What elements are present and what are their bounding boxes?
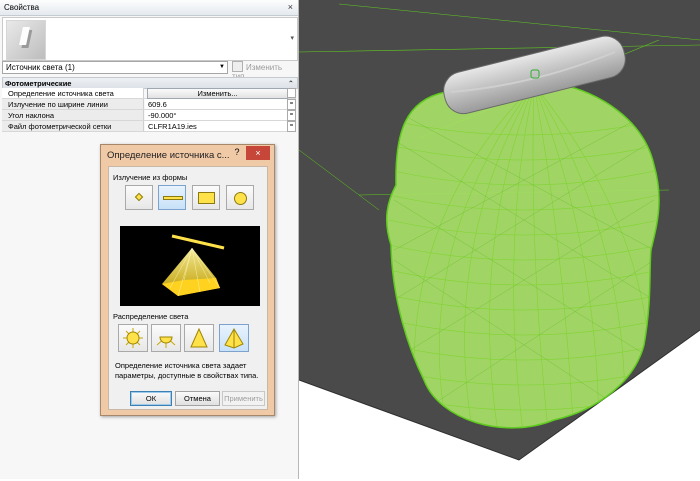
property-value-field[interactable]: 609.6: [145, 99, 288, 109]
property-row-emit-width: Излучение по ширине линии 609.6 =: [2, 99, 296, 110]
property-label: Файл фотометрической сетки: [2, 121, 144, 131]
dialog-body: Излучение из формы Распределение света О…: [108, 166, 268, 410]
close-icon[interactable]: ×: [288, 2, 293, 12]
dialog-description: Определение источника света задает парам…: [115, 361, 259, 380]
photometric-web-icon: [224, 328, 244, 349]
property-value-text: CLFR1A19.ies: [148, 122, 197, 131]
emit-line-button[interactable]: [158, 185, 186, 210]
distribution-photometric-web-button[interactable]: [219, 324, 249, 352]
property-label-text: Излучение по ширине линии: [8, 100, 108, 109]
property-label: Угол наклона: [2, 110, 144, 120]
collapse-icon[interactable]: ⌃: [288, 79, 294, 88]
associate-parameter-button[interactable]: =: [287, 110, 296, 121]
light-source-definition-dialog: Определение источника с... ? × Излучение…: [100, 144, 275, 416]
ok-button[interactable]: ОК: [130, 391, 172, 406]
hemispherical-icon: [156, 336, 176, 348]
dialog-close-button[interactable]: ×: [246, 146, 270, 160]
circle-icon: [234, 192, 247, 205]
property-value-field[interactable]: -90.000°: [145, 110, 288, 120]
instance-row: Источник света (1) ▼ Изменить тип: [2, 61, 296, 81]
help-icon[interactable]: ?: [231, 147, 243, 161]
property-label: Определение источника света: [2, 88, 144, 98]
property-value-text: 609.6: [148, 100, 167, 109]
group-title: Фотометрические: [5, 79, 72, 88]
instance-filter-value: Источник света (1): [6, 63, 75, 72]
line-icon: [163, 196, 183, 200]
scrollbar[interactable]: [287, 88, 296, 98]
dialog-title: Определение источника с...: [107, 150, 230, 161]
cancel-button[interactable]: Отмена: [175, 391, 220, 406]
property-value-text: -90.000°: [148, 111, 177, 120]
chevron-down-icon[interactable]: ▾: [290, 34, 294, 42]
photometric-light-web: [385, 80, 660, 429]
emit-rectangle-button[interactable]: [192, 185, 220, 210]
instance-filter-dropdown[interactable]: Источник света (1) ▼: [2, 61, 228, 74]
edit-type-button[interactable]: Изменить тип: [232, 61, 296, 81]
edit-type-icon: [232, 61, 243, 72]
emit-point-button[interactable]: [125, 185, 153, 210]
emit-circle-button[interactable]: [226, 185, 254, 210]
point-icon: [134, 192, 144, 202]
property-label-text: Файл фотометрической сетки: [8, 122, 112, 131]
3d-viewport[interactable]: [298, 0, 700, 479]
properties-title: Свойства: [4, 3, 40, 12]
properties-titlebar: Свойства ×: [0, 0, 298, 16]
associate-parameter-button[interactable]: =: [287, 99, 296, 110]
rectangle-icon: [198, 192, 215, 204]
property-label: Излучение по ширине линии: [2, 99, 144, 109]
property-row-light-source-definition: Определение источника света Изменить...: [2, 88, 296, 99]
apply-button[interactable]: Применить: [222, 391, 265, 406]
type-selector[interactable]: ▾: [2, 17, 298, 61]
property-label-text: Угол наклона: [8, 111, 55, 120]
property-label-text: Определение источника света: [8, 89, 114, 98]
emit-from-shape-label: Излучение из формы: [113, 173, 188, 182]
associate-parameter-button[interactable]: =: [287, 121, 296, 132]
spherical-icon: [123, 328, 143, 348]
light-fixture-type-icon: [6, 20, 46, 60]
light-distribution-label: Распределение света: [113, 312, 189, 321]
light-preview-image: [120, 226, 260, 306]
distribution-spot-button[interactable]: [184, 324, 214, 352]
spot-icon: [190, 327, 208, 348]
edit-light-source-button[interactable]: Изменить...: [147, 88, 288, 99]
property-row-tilt-angle: Угол наклона -90.000° =: [2, 110, 296, 121]
dropdown-arrow-icon: ▼: [219, 64, 225, 70]
property-row-photometric-file: Файл фотометрической сетки CLFR1A19.ies …: [2, 121, 296, 132]
property-value-field[interactable]: CLFR1A19.ies: [145, 121, 288, 131]
distribution-hemispherical-button[interactable]: [151, 324, 181, 352]
distribution-spherical-button[interactable]: [118, 324, 148, 352]
